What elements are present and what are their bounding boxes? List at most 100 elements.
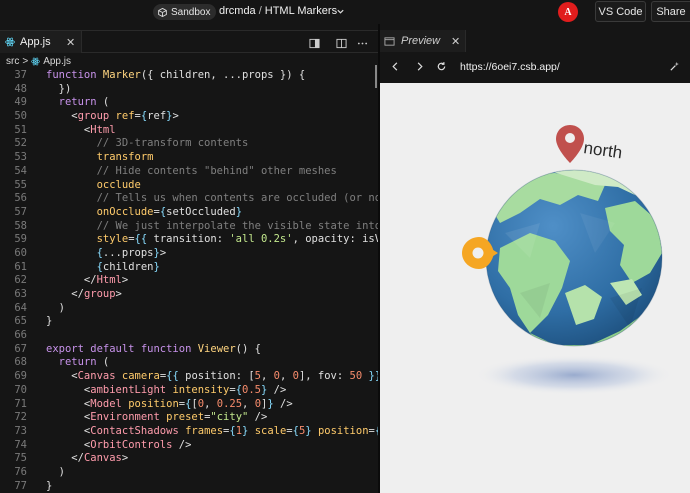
code-line[interactable]: 74 <OrbitControls /> [0, 439, 378, 453]
chevron-down-icon[interactable] [336, 7, 345, 16]
code-line[interactable]: 72 <Environment preset="city" /> [0, 411, 378, 425]
code-line[interactable]: 68 return ( [0, 356, 378, 370]
code-text[interactable]: export default function Viewer() { [46, 343, 261, 357]
code-line[interactable]: 63 </group> [0, 288, 378, 302]
code-text[interactable]: style={{ transition: 'all 0.2s', opacity… [46, 233, 378, 247]
code-text[interactable]: <Model position={[0, 0.25, 0]} /> [46, 398, 293, 412]
code-line[interactable]: 75 </Canvas> [0, 452, 378, 466]
code-text[interactable]: <group ref={ref}> [46, 110, 179, 124]
globe-model[interactable] [485, 169, 663, 353]
globe-scene[interactable]: north [380, 83, 690, 493]
code-text[interactable]: // We just interpolate the visible state… [46, 220, 378, 234]
code-line[interactable]: 69 <Canvas camera={{ position: [5, 0, 0]… [0, 370, 378, 384]
code-text[interactable]: occlude [46, 179, 141, 193]
scrollbar-thumb[interactable] [375, 65, 377, 88]
sidebar-toggle-icon[interactable] [309, 36, 320, 54]
code-text[interactable]: transform [46, 151, 154, 165]
chevron-left-icon[interactable] [390, 61, 401, 72]
code-text[interactable]: }) [46, 83, 72, 97]
avatar[interactable]: A [558, 2, 578, 22]
code-line[interactable]: 77} [0, 480, 378, 493]
split-view-icon[interactable] [336, 36, 347, 54]
code-text[interactable]: // Hide contents "behind" other meshes [46, 165, 337, 179]
line-number: 58 [14, 219, 27, 232]
line-number: 53 [14, 151, 27, 164]
code-text[interactable]: <Canvas camera={{ position: [5, 0, 0], f… [46, 370, 378, 384]
code-text[interactable]: // 3D-transform contents [46, 137, 249, 151]
code-line[interactable]: 52 // 3D-transform contents [0, 137, 378, 151]
line-number: 76 [14, 465, 27, 478]
sandbox-badge[interactable]: Sandbox [153, 4, 217, 20]
code-line[interactable]: 65} [0, 315, 378, 329]
line-number: 69 [14, 370, 27, 383]
code-line[interactable]: 67 export default function Viewer() { [0, 343, 378, 357]
line-number: 37 [14, 69, 27, 81]
sparkle-icon[interactable] [669, 61, 680, 72]
code-line[interactable]: 48 }) [0, 83, 378, 97]
code-text[interactable]: ) [46, 466, 65, 480]
code-text[interactable]: onOcclude={setOccluded} [46, 206, 242, 220]
breadcrumb-file[interactable]: App.js [43, 56, 71, 67]
code-line[interactable]: 64 ) [0, 302, 378, 316]
code-text[interactable]: {children} [46, 261, 160, 275]
code-line[interactable]: 55 occlude [0, 179, 378, 193]
north-marker[interactable]: north [556, 125, 623, 163]
code-area[interactable]: 37 function Marker({ children, ...props }… [0, 69, 378, 493]
contact-shadow [474, 355, 674, 395]
line-number: 70 [14, 383, 27, 396]
project-name: HTML Markers [264, 5, 338, 17]
code-line[interactable]: 73 <ContactShadows frames={1} scale={5} … [0, 425, 378, 439]
code-text[interactable]: return ( [46, 356, 110, 370]
code-text[interactable]: <ContactShadows frames={1} scale={5} pos… [46, 425, 378, 439]
chevron-right-icon[interactable] [414, 61, 425, 72]
breadcrumb-folder[interactable]: src [6, 56, 19, 67]
tab-app-js[interactable]: App.js ✕ [0, 31, 82, 53]
code-text[interactable]: <Html [46, 124, 116, 138]
code-text[interactable]: function Marker({ children, ...props }) … [46, 69, 305, 83]
share-button[interactable]: Share [651, 1, 690, 22]
code-line[interactable]: 49 return ( [0, 96, 378, 110]
code-text[interactable]: <Environment preset="city" /> [46, 411, 267, 425]
code-line[interactable]: 66 [0, 329, 378, 343]
code-text[interactable]: </Canvas> [46, 452, 128, 466]
code-text[interactable]: } [46, 480, 52, 493]
code-text[interactable]: } [46, 315, 52, 329]
code-text[interactable]: <OrbitControls /> [46, 439, 192, 453]
code-line[interactable]: 59 style={{ transition: 'all 0.2s', opac… [0, 233, 378, 247]
code-text[interactable]: </group> [46, 288, 122, 302]
code-line[interactable]: 62 </Html> [0, 274, 378, 288]
code-text[interactable]: <ambientLight intensity={0.5} /> [46, 384, 286, 398]
vscode-button[interactable]: VS Code [595, 1, 646, 22]
3d-canvas[interactable]: north [380, 83, 690, 493]
code-line[interactable]: 56 // Tells us when contents are occlude… [0, 192, 378, 206]
code-line[interactable]: 51 <Html [0, 124, 378, 138]
close-icon[interactable]: ✕ [451, 35, 460, 48]
code-line[interactable]: 37 function Marker({ children, ...props }… [0, 69, 378, 83]
line-number: 74 [14, 438, 27, 451]
line-number: 57 [14, 205, 27, 218]
code-line[interactable]: 70 <ambientLight intensity={0.5} /> [0, 384, 378, 398]
code-text[interactable]: ) [46, 302, 65, 316]
project-breadcrumb[interactable]: drcmda / HTML Markers [219, 5, 337, 17]
more-options-icon[interactable] [357, 36, 368, 54]
code-text[interactable]: // Tells us when contents are occluded (… [46, 192, 378, 206]
code-line[interactable]: 61 {children} [0, 261, 378, 275]
code-text[interactable]: return ( [46, 96, 110, 110]
code-text[interactable]: {...props}> [46, 247, 167, 261]
tab-preview[interactable]: Preview ✕ [380, 30, 466, 52]
code-line[interactable]: 54 // Hide contents "behind" other meshe… [0, 165, 378, 179]
code-line[interactable]: 53 transform [0, 151, 378, 165]
code-line[interactable]: 50 <group ref={ref}> [0, 110, 378, 124]
code-text[interactable]: </Html> [46, 274, 128, 288]
code-line[interactable]: 57 onOcclude={setOccluded} [0, 206, 378, 220]
close-icon[interactable]: ✕ [66, 36, 75, 49]
line-number: 49 [14, 96, 27, 109]
code-line[interactable]: 58 // We just interpolate the visible st… [0, 220, 378, 234]
code-line[interactable]: 71 <Model position={[0, 0.25, 0]} /> [0, 398, 378, 412]
line-number: 68 [14, 356, 27, 369]
code-line[interactable]: 60 {...props}> [0, 247, 378, 261]
reload-icon[interactable] [436, 61, 447, 72]
line-number: 77 [14, 479, 27, 492]
url-field[interactable]: https://6oei7.csb.app/ [460, 61, 560, 73]
code-line[interactable]: 76 ) [0, 466, 378, 480]
